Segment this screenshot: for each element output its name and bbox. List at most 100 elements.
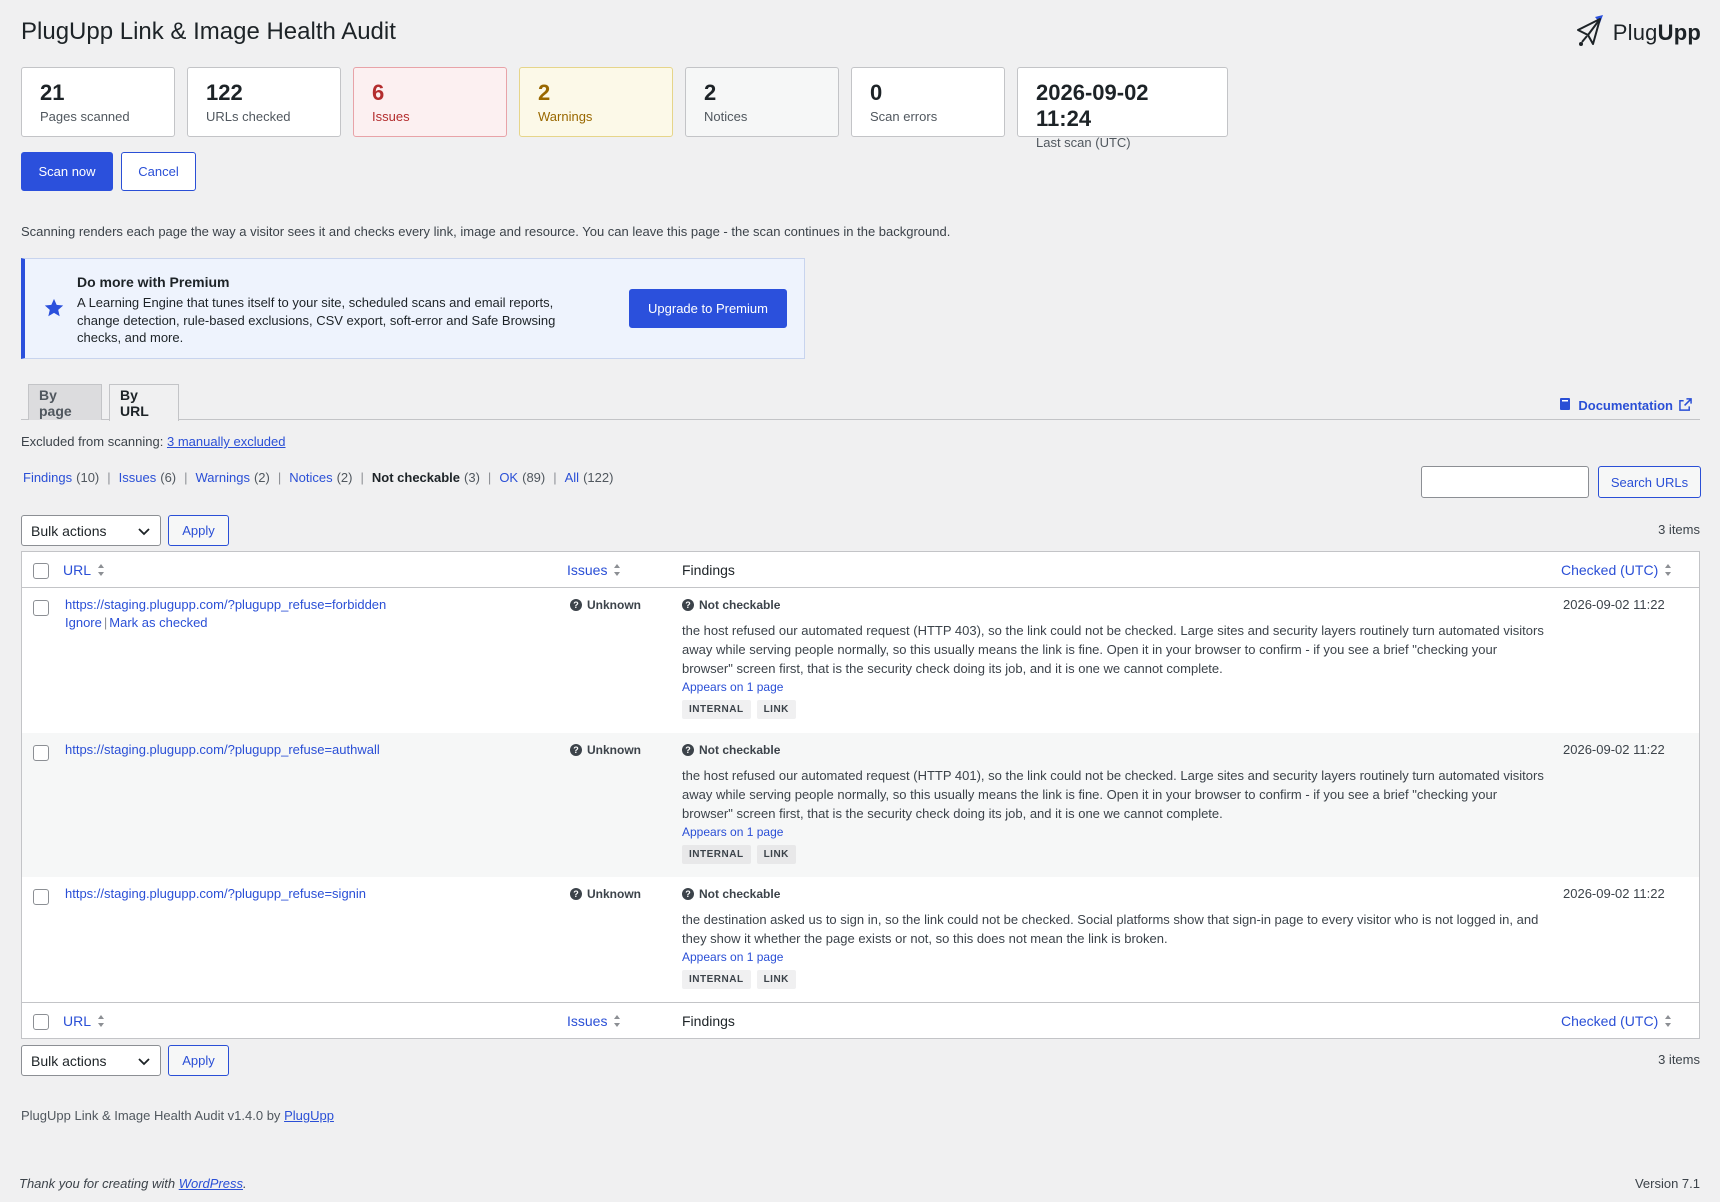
excluded-summary: Excluded from scanning: 3 manually exclu… [21, 434, 286, 449]
stat-issues: 6 Issues [353, 67, 507, 137]
tag-link: LINK [756, 700, 796, 719]
documentation-link[interactable]: Documentation [1558, 397, 1692, 414]
filter-warnings[interactable]: Warnings (2) [196, 470, 270, 485]
stat-value: 6 [372, 80, 385, 105]
sort-icon [1664, 563, 1672, 577]
filter-issues[interactable]: Issues (6) [119, 470, 176, 485]
filter-label[interactable]: Warnings [196, 470, 250, 485]
tablenav-top: Bulk actions Apply 3 items [21, 515, 1700, 547]
column-checked[interactable]: Checked (UTC) [1561, 1013, 1672, 1029]
filter-separator: | [360, 470, 364, 485]
tag-internal: INTERNAL [682, 700, 751, 719]
url-link[interactable]: https://staging.plugupp.com/?plugupp_ref… [65, 597, 386, 612]
tab-by-page[interactable]: By page [28, 384, 102, 420]
row-actions: Ignore | Mark as checked [65, 615, 208, 630]
search-urls-input[interactable] [1421, 466, 1589, 498]
column-label: Checked (UTC) [1561, 1013, 1659, 1029]
plugupp-link[interactable]: PlugUpp [284, 1108, 334, 1123]
column-url[interactable]: URL [63, 562, 105, 578]
scan-now-button[interactable]: Scan now [21, 152, 113, 191]
row-checkbox[interactable] [33, 889, 49, 905]
column-issues[interactable]: Issues [567, 562, 621, 578]
filter-label[interactable]: Not checkable [372, 470, 460, 485]
plugupp-logo-icon [1573, 14, 1609, 51]
ignore-link[interactable]: Ignore [65, 615, 102, 630]
appears-on-link[interactable]: Appears on 1 page [682, 950, 783, 964]
sort-icon [97, 563, 105, 577]
tags: INTERNAL LINK [682, 845, 1547, 864]
issue-label: Unknown [587, 743, 641, 757]
appears-on-link[interactable]: Appears on 1 page [682, 825, 783, 839]
filter-separator: | [487, 470, 492, 485]
row-checkbox[interactable] [33, 600, 49, 616]
filter-notices[interactable]: Notices (2) [289, 470, 352, 485]
issue-status: ? Unknown [570, 743, 641, 757]
tags: INTERNAL LINK [682, 970, 1547, 989]
row-checkbox[interactable] [33, 745, 49, 761]
table-row: https://staging.plugupp.com/?plugupp_ref… [22, 733, 1699, 877]
apply-button[interactable]: Apply [168, 1045, 229, 1076]
question-icon: ? [570, 744, 582, 756]
filter-label[interactable]: Findings [23, 470, 72, 485]
stat-value: 2 [538, 80, 551, 105]
stat-label: Issues [372, 109, 410, 124]
column-issues[interactable]: Issues [567, 1013, 621, 1029]
filter-label[interactable]: OK [499, 470, 518, 485]
wp-footer-suffix: . [243, 1176, 247, 1191]
filter-count: (10) [76, 470, 100, 485]
column-label: URL [63, 1013, 92, 1029]
filter-label[interactable]: Issues [119, 470, 157, 485]
finding-text: the destination asked us to sign in, so … [682, 912, 1539, 946]
finding-text: the host refused our automated request (… [682, 623, 1544, 676]
bulk-actions-select[interactable]: Bulk actions [21, 1045, 161, 1076]
column-url[interactable]: URL [63, 1013, 105, 1029]
appears-on-link[interactable]: Appears on 1 page [682, 680, 783, 694]
sort-icon [613, 1014, 621, 1028]
stat-label: Pages scanned [40, 109, 130, 124]
finding-text: the host refused our automated request (… [682, 768, 1544, 821]
checked-at: 2026-09-02 11:22 [1563, 886, 1665, 901]
url-link[interactable]: https://staging.plugupp.com/?plugupp_ref… [65, 742, 380, 757]
documentation-label: Documentation [1578, 398, 1673, 413]
tab-by-url[interactable]: By URL [109, 384, 179, 421]
filter-label[interactable]: All [565, 470, 579, 485]
wp-footer-text: Thank you for creating with [19, 1176, 176, 1191]
bulk-actions-label: Bulk actions [31, 1052, 107, 1069]
filter-not-checkable[interactable]: Not checkable (3) [372, 470, 480, 485]
filter-count: (89) [522, 470, 546, 485]
premium-title: Do more with Premium [77, 274, 230, 290]
url-link[interactable]: https://staging.plugupp.com/?plugupp_ref… [65, 886, 366, 901]
manually-excluded-link[interactable]: 3 manually excluded [167, 434, 286, 449]
stat-value: 2 [704, 80, 717, 105]
search-urls-button[interactable]: Search URLs [1598, 466, 1701, 498]
cancel-button[interactable]: Cancel [121, 152, 196, 191]
column-label: Checked (UTC) [1561, 562, 1659, 578]
column-label: Issues [567, 562, 608, 578]
findings-cell: ? Not checkable the destination asked us… [682, 887, 1547, 989]
filter-separator: | [184, 470, 188, 485]
status-filters: Findings (10) | Issues (6) | Warnings (2) |… [23, 470, 613, 485]
table-header: URL Issues Findings Checked (UTC) [22, 552, 1699, 588]
filter-all[interactable]: All (122) [565, 470, 614, 485]
filter-findings[interactable]: Findings (10) [23, 470, 99, 485]
filter-count: (3) [464, 470, 480, 485]
mark-as-checked-link[interactable]: Mark as checked [109, 615, 207, 630]
apply-button[interactable]: Apply [168, 515, 229, 546]
finding-status-label: Not checkable [699, 743, 781, 757]
findings-cell: ? Not checkable the host refused our aut… [682, 598, 1547, 719]
filter-ok[interactable]: OK (89) [499, 470, 545, 485]
chevron-down-icon [138, 1053, 150, 1069]
items-count: 3 items [1658, 1052, 1700, 1067]
column-checked[interactable]: Checked (UTC) [1561, 562, 1672, 578]
wordpress-link[interactable]: WordPress [179, 1176, 243, 1191]
upgrade-button[interactable]: Upgrade to Premium [629, 289, 787, 328]
stat-value: 2026-09-02 11:24 [1036, 80, 1149, 131]
filter-label[interactable]: Notices [289, 470, 332, 485]
premium-body: A Learning Engine that tunes itself to y… [77, 295, 556, 345]
select-all-checkbox[interactable] [33, 1014, 49, 1030]
urls-table: URL Issues Findings Checked (UTC) https:… [21, 551, 1700, 1039]
select-all-checkbox[interactable] [33, 563, 49, 579]
stat-value: 21 [40, 80, 65, 105]
bulk-actions-select[interactable]: Bulk actions [21, 515, 161, 546]
plugin-footer-text: PlugUpp Link & Image Health Audit v1.4.0… [21, 1108, 281, 1123]
